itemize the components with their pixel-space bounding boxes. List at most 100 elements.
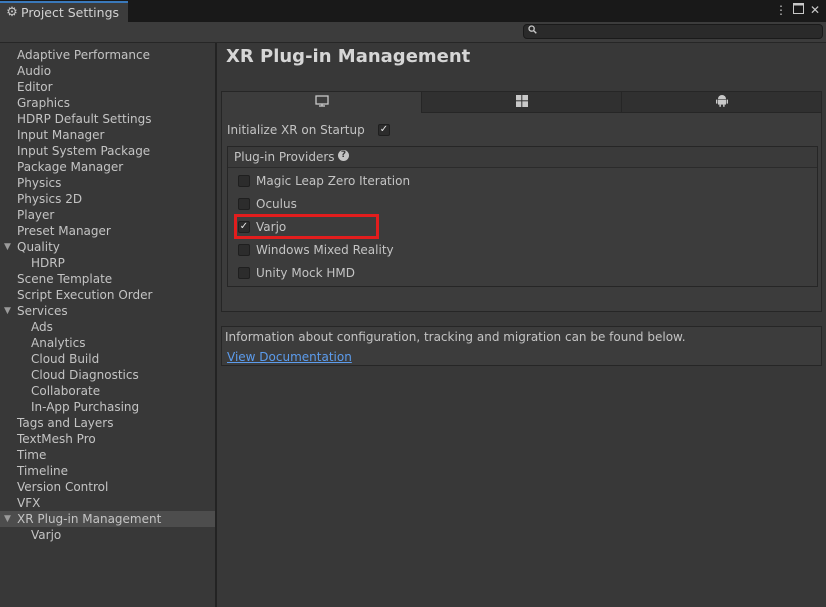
provider-label: Windows Mixed Reality: [256, 243, 394, 257]
sidebar-item-label: Analytics: [31, 336, 86, 350]
sidebar-item[interactable]: Time: [0, 447, 215, 463]
sidebar-item[interactable]: Audio: [0, 63, 215, 79]
sidebar-item[interactable]: Tags and Layers: [0, 415, 215, 431]
sidebar-item[interactable]: Varjo: [0, 527, 215, 543]
sidebar-item-label: Player: [17, 208, 55, 222]
sidebar-item[interactable]: Package Manager: [0, 159, 215, 175]
sidebar-item-label: Editor: [17, 80, 53, 94]
sidebar-item[interactable]: Graphics: [0, 95, 215, 111]
sidebar-item-label: In-App Purchasing: [31, 400, 140, 414]
sidebar-item-label: XR Plug-in Management: [17, 512, 162, 526]
sidebar-item[interactable]: HDRP Default Settings: [0, 111, 215, 127]
sidebar-item-label: Services: [17, 304, 68, 318]
main-panel: XR Plug-in Management Initialize XR on S…: [217, 43, 826, 607]
sidebar-item-label: Adaptive Performance: [17, 48, 150, 62]
sidebar-item[interactable]: Ads: [0, 319, 215, 335]
page-title: XR Plug-in Management: [226, 46, 471, 67]
plugin-providers-title: Plug-in Providers: [234, 150, 335, 164]
sidebar-item[interactable]: Cloud Build: [0, 351, 215, 367]
foldout-arrow-icon[interactable]: ▼: [4, 303, 11, 319]
window-titlebar: ⚙ Project Settings ⋮ ✕: [0, 0, 826, 22]
sidebar-item[interactable]: ▼ Services: [0, 303, 215, 319]
sidebar-item[interactable]: Physics 2D: [0, 191, 215, 207]
sidebar-item[interactable]: ▼ Quality: [0, 239, 215, 255]
info-box: Information about configuration, trackin…: [221, 326, 822, 366]
provider-checkbox[interactable]: [238, 267, 250, 279]
platform-settings-panel: Initialize XR on Startup ✓ Plug-in Provi…: [221, 91, 822, 312]
sidebar-item-label: Timeline: [17, 464, 69, 478]
info-text: Information about configuration, trackin…: [225, 330, 686, 344]
kebab-menu-icon[interactable]: ⋮: [775, 3, 787, 17]
sidebar-item[interactable]: In-App Purchasing: [0, 399, 215, 415]
search-icon: [528, 25, 537, 38]
sidebar-item-label: HDRP: [31, 256, 65, 270]
window-controls: ⋮ ✕: [775, 3, 820, 17]
sidebar-item-label: Input Manager: [17, 128, 105, 142]
sidebar-item-label: Version Control: [17, 480, 109, 494]
gear-icon: ⚙: [6, 5, 18, 20]
sidebar-item[interactable]: Preset Manager: [0, 223, 215, 239]
sidebar-item[interactable]: TextMesh Pro: [0, 431, 215, 447]
sidebar-item-label: Preset Manager: [17, 224, 111, 238]
sidebar-item[interactable]: Adaptive Performance: [0, 47, 215, 63]
sidebar-item-label: Ads: [31, 320, 53, 334]
foldout-arrow-icon[interactable]: ▼: [4, 511, 11, 527]
view-documentation-link[interactable]: View Documentation: [227, 350, 352, 364]
sidebar-item-label: Physics: [17, 176, 62, 190]
help-icon[interactable]: ?: [338, 150, 349, 161]
sidebar-item[interactable]: Version Control: [0, 479, 215, 495]
sidebar-item[interactable]: Physics: [0, 175, 215, 191]
sidebar-item-label: Quality: [17, 240, 60, 254]
sidebar-item[interactable]: Cloud Diagnostics: [0, 367, 215, 383]
sidebar-item-label: Input System Package: [17, 144, 151, 158]
sidebar-item-label: Graphics: [17, 96, 70, 110]
plugin-providers-header: Plug-in Providers ?: [228, 147, 817, 168]
sidebar-item[interactable]: VFX: [0, 495, 215, 511]
tab-desktop[interactable]: [222, 92, 422, 113]
tab-title: Project Settings: [21, 5, 120, 20]
initialize-xr-label: Initialize XR on Startup: [227, 123, 365, 137]
sidebar-item[interactable]: Editor: [0, 79, 215, 95]
foldout-arrow-icon[interactable]: ▼: [4, 239, 11, 255]
sidebar-item-label: TextMesh Pro: [17, 432, 96, 446]
android-icon: [715, 94, 728, 110]
provider-checkbox[interactable]: [238, 198, 250, 210]
sidebar-item[interactable]: Input Manager: [0, 127, 215, 143]
sidebar-item[interactable]: Timeline: [0, 463, 215, 479]
sidebar-item-label: HDRP Default Settings: [17, 112, 152, 126]
sidebar-item-label: Varjo: [31, 528, 62, 542]
tab-windows[interactable]: [422, 92, 622, 113]
settings-sidebar: Adaptive Performance Audio Editor Graphics H…: [0, 43, 215, 607]
initialize-xr-checkbox[interactable]: ✓: [378, 124, 390, 136]
sidebar-item[interactable]: Player: [0, 207, 215, 223]
sidebar-item-label: Collaborate: [31, 384, 101, 398]
sidebar-item[interactable]: HDRP: [0, 255, 215, 271]
provider-label: Magic Leap Zero Iteration: [256, 174, 411, 188]
sidebar-item-label: VFX: [17, 496, 41, 510]
tab-android[interactable]: [622, 92, 821, 113]
sidebar-item-label: Scene Template: [17, 272, 113, 286]
sidebar-item[interactable]: Collaborate: [0, 383, 215, 399]
provider-label: Unity Mock HMD: [256, 266, 356, 280]
sidebar-item-label: Cloud Build: [31, 352, 100, 366]
plugin-providers-section: Plug-in Providers ? Magic Leap Zero Iter…: [227, 146, 818, 287]
project-settings-tab[interactable]: ⚙ Project Settings: [0, 1, 128, 22]
desktop-icon: [314, 95, 329, 110]
sidebar-item-label: Package Manager: [17, 160, 124, 174]
sidebar-item-label: Script Execution Order: [17, 288, 153, 302]
sidebar-item-label: Tags and Layers: [17, 416, 114, 430]
sidebar-item[interactable]: Scene Template: [0, 271, 215, 287]
sidebar-item[interactable]: Script Execution Order: [0, 287, 215, 303]
sidebar-item-label: Audio: [17, 64, 52, 78]
provider-label: Oculus: [256, 197, 297, 211]
provider-checkbox[interactable]: [238, 244, 250, 256]
maximize-icon[interactable]: [792, 3, 804, 17]
sidebar-item[interactable]: ▼ XR Plug-in Management: [0, 511, 215, 527]
toolbar: [0, 22, 826, 43]
close-icon[interactable]: ✕: [810, 3, 820, 17]
search-input[interactable]: [523, 24, 823, 39]
sidebar-item[interactable]: Analytics: [0, 335, 215, 351]
windows-icon: [515, 94, 528, 110]
sidebar-item[interactable]: Input System Package: [0, 143, 215, 159]
provider-checkbox[interactable]: [238, 175, 250, 187]
